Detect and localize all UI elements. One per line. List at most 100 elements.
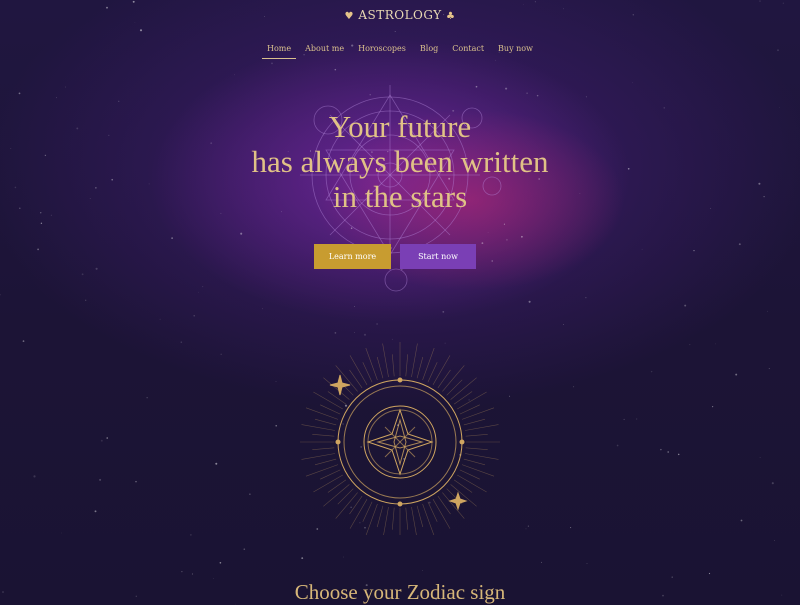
emblem-ray bbox=[416, 356, 424, 379]
star bbox=[782, 2, 784, 4]
emblem-ray bbox=[305, 407, 339, 420]
star bbox=[650, 370, 653, 373]
nav-contact[interactable]: Contact bbox=[445, 44, 491, 59]
emblem-ray bbox=[320, 404, 341, 415]
nav-buy-now[interactable]: Buy now bbox=[491, 44, 540, 59]
star bbox=[139, 29, 143, 32]
emblem-ray bbox=[392, 354, 395, 377]
emblem-ray bbox=[313, 391, 343, 410]
zodiac-emblem bbox=[300, 342, 500, 535]
emblem-ray bbox=[465, 434, 488, 437]
emblem-ray bbox=[461, 464, 495, 477]
star bbox=[422, 570, 423, 571]
star bbox=[202, 286, 204, 288]
star bbox=[234, 74, 235, 76]
star bbox=[442, 310, 445, 313]
star bbox=[0, 294, 1, 296]
star bbox=[22, 340, 25, 342]
emblem-ray bbox=[335, 492, 358, 519]
star bbox=[81, 273, 84, 276]
star bbox=[525, 528, 527, 530]
emblem-ray bbox=[459, 469, 480, 480]
emblem-ray bbox=[427, 362, 438, 383]
star bbox=[759, 0, 761, 2]
star bbox=[64, 86, 66, 88]
emblem-ray bbox=[461, 407, 495, 420]
star bbox=[636, 418, 638, 420]
star bbox=[631, 82, 633, 84]
star bbox=[354, 306, 355, 307]
emblem-ray bbox=[365, 503, 378, 535]
emblem-ray bbox=[464, 453, 499, 460]
star bbox=[585, 297, 587, 299]
hero-headline: Your future has always been written in t… bbox=[0, 109, 800, 214]
club-icon: ♣ bbox=[446, 11, 456, 22]
headline-line-2: has always been written bbox=[251, 144, 549, 179]
star bbox=[198, 291, 199, 293]
star bbox=[693, 249, 695, 252]
star bbox=[275, 425, 277, 427]
star bbox=[132, 0, 135, 3]
star bbox=[215, 462, 218, 465]
emblem-ray bbox=[323, 484, 350, 507]
star bbox=[193, 315, 195, 317]
star bbox=[181, 571, 183, 573]
emblem-ray bbox=[305, 464, 339, 477]
star bbox=[523, 4, 524, 6]
learn-more-button[interactable]: Learn more bbox=[314, 244, 391, 269]
star bbox=[219, 561, 222, 564]
emblem-ray bbox=[323, 377, 350, 400]
star bbox=[354, 332, 355, 333]
emblem-ray bbox=[411, 506, 417, 535]
emblem-ray bbox=[457, 391, 487, 410]
star bbox=[541, 561, 542, 563]
star bbox=[261, 308, 263, 310]
star bbox=[99, 478, 102, 481]
star bbox=[527, 525, 529, 527]
headline-line-1: Your future bbox=[328, 109, 472, 144]
emblem-ray bbox=[442, 365, 465, 392]
star bbox=[171, 237, 173, 239]
emblem-ray bbox=[392, 507, 395, 530]
emblem-ray bbox=[301, 424, 336, 431]
emblem-ray bbox=[463, 418, 486, 426]
nav-about-me[interactable]: About me bbox=[298, 44, 351, 59]
emblem-ray bbox=[312, 434, 335, 437]
star bbox=[563, 324, 564, 325]
star bbox=[735, 373, 738, 376]
emblem-ray bbox=[376, 356, 384, 379]
emblem-ray bbox=[313, 474, 343, 493]
emblem-ray bbox=[446, 379, 463, 396]
star bbox=[528, 300, 531, 303]
nav-horoscopes[interactable]: Horoscopes bbox=[351, 44, 413, 59]
star bbox=[94, 510, 97, 513]
emblem-ray bbox=[442, 492, 465, 519]
star bbox=[56, 97, 57, 99]
emblem-ray bbox=[416, 505, 424, 528]
zodiac-section-title: Choose your Zodiac sign bbox=[294, 580, 506, 604]
main-nav: Home About me Horoscopes Blog Contact Bu… bbox=[0, 44, 800, 59]
emblem-ray bbox=[459, 404, 480, 415]
star bbox=[135, 480, 137, 483]
star bbox=[570, 527, 572, 529]
nav-blog[interactable]: Blog bbox=[413, 44, 445, 59]
emblem-ray bbox=[365, 347, 378, 381]
star bbox=[33, 475, 36, 478]
star bbox=[334, 68, 337, 71]
site-logo[interactable]: ♥ ASTROLOGY ♣ bbox=[0, 8, 800, 22]
star bbox=[684, 304, 687, 307]
star bbox=[85, 299, 87, 301]
nav-home[interactable]: Home bbox=[260, 44, 298, 59]
heart-icon: ♥ bbox=[344, 11, 354, 22]
star bbox=[275, 381, 277, 382]
star bbox=[134, 22, 136, 23]
star bbox=[495, 59, 497, 61]
star bbox=[712, 406, 714, 408]
star bbox=[671, 576, 673, 578]
star bbox=[714, 343, 716, 345]
star bbox=[50, 214, 52, 216]
headline-line-3: in the stars bbox=[332, 179, 468, 214]
start-now-button[interactable]: Start now bbox=[400, 244, 476, 269]
emblem-ray bbox=[427, 501, 438, 522]
star bbox=[249, 493, 251, 495]
